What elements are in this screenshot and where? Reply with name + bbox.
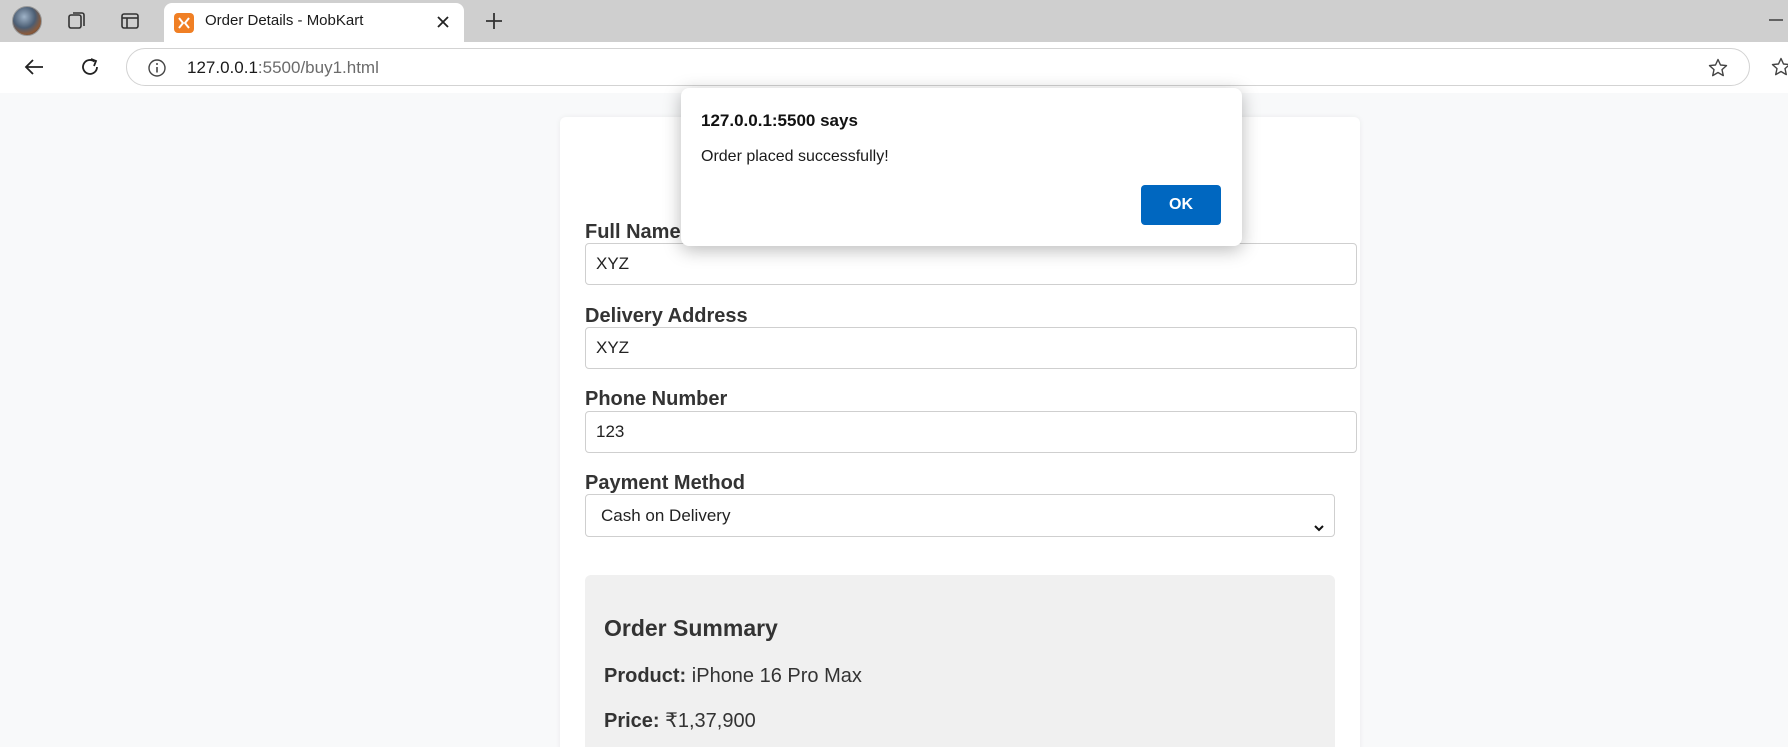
tab-title: Order Details - MobKart <box>205 12 364 29</box>
order-summary: Order Summary Product: iPhone 16 Pro Max… <box>585 575 1335 747</box>
price-label: Price: <box>604 710 660 732</box>
favorite-star-icon[interactable] <box>1707 57 1729 79</box>
product-label: Product: <box>604 665 687 687</box>
new-tab-icon[interactable] <box>480 7 508 35</box>
phone-number-label: Phone Number <box>585 388 728 410</box>
url-text: 127.0.0.1:5500/buy1.html <box>187 58 379 78</box>
favorites-icon[interactable] <box>1770 56 1788 78</box>
price-value: ₹1,37,900 <box>665 710 756 732</box>
url-host: 127.0.0.1 <box>187 58 258 77</box>
delivery-address-input[interactable]: XYZ <box>585 327 1357 369</box>
summary-product-row: Product: iPhone 16 Pro Max <box>604 665 862 688</box>
dialog-title: 127.0.0.1:5500 says <box>701 111 858 130</box>
product-value: iPhone 16 Pro Max <box>691 665 862 687</box>
phone-number-input[interactable]: 123 <box>585 411 1357 453</box>
address-bar[interactable]: 127.0.0.1:5500/buy1.html <box>126 48 1750 86</box>
minimize-icon[interactable] <box>1764 8 1788 32</box>
chevron-down-icon <box>1312 509 1326 532</box>
browser-toolbar: 127.0.0.1:5500/buy1.html <box>0 42 1788 93</box>
profile-avatar[interactable] <box>12 6 42 36</box>
tab-bar: Order Details - MobKart <box>0 0 1788 42</box>
close-tab-icon[interactable] <box>432 11 454 33</box>
dialog-message: Order placed successfully! <box>701 148 889 165</box>
order-summary-title: Order Summary <box>604 615 778 641</box>
collections-icon[interactable] <box>63 7 91 35</box>
full-name-input[interactable]: XYZ <box>585 243 1357 285</box>
xampp-favicon-icon <box>174 13 194 33</box>
site-info-icon[interactable] <box>147 58 167 78</box>
alert-dialog: 127.0.0.1:5500 says Order placed success… <box>681 88 1242 246</box>
refresh-icon[interactable] <box>76 53 104 81</box>
vertical-tabs-icon[interactable] <box>116 7 144 35</box>
payment-method-label: Payment Method <box>585 472 746 494</box>
ok-button[interactable]: OK <box>1141 185 1221 225</box>
tab-order-details[interactable]: Order Details - MobKart <box>164 3 464 42</box>
full-name-label: Full Name <box>585 221 681 243</box>
url-path: :5500/buy1.html <box>257 58 379 77</box>
back-arrow-icon[interactable] <box>21 53 49 81</box>
payment-method-value: Cash on Delivery <box>601 506 731 525</box>
delivery-address-label: Delivery Address <box>585 305 748 327</box>
payment-method-select[interactable]: Cash on Delivery <box>585 494 1335 537</box>
summary-price-row: Price: ₹1,37,900 <box>604 708 756 733</box>
